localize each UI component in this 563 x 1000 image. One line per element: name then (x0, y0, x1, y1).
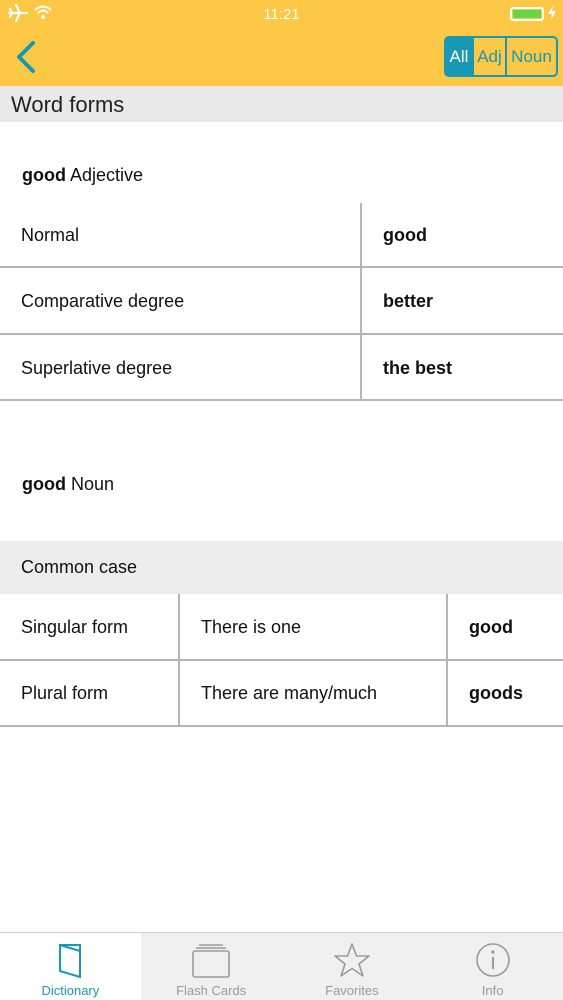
form-value: goods (469, 683, 523, 703)
table-row: Normal good (0, 203, 563, 267)
tab-dictionary[interactable]: Dictionary (0, 933, 141, 1000)
form-description: There is one (201, 616, 302, 637)
filter-all-button[interactable]: All (446, 38, 472, 75)
filter-noun-button[interactable]: Noun (505, 38, 556, 75)
form-label: Singular form (21, 616, 129, 637)
divider (0, 725, 563, 727)
form-value: better (383, 290, 434, 311)
book-icon (59, 943, 82, 979)
app-header: 11:21 All Adj Noun (0, 0, 563, 86)
cards-icon (192, 944, 230, 978)
column-divider (360, 203, 362, 400)
battery-icon (510, 7, 544, 21)
star-icon (334, 943, 370, 977)
table-row: Plural form There are many/much goods (0, 661, 563, 726)
page-title: Word forms (11, 92, 125, 117)
noun-pos: Noun (71, 474, 115, 494)
tab-bar: Dictionary Flash Cards Favorites Info (0, 932, 563, 1000)
noun-heading: good Noun (22, 474, 114, 495)
noun-word: good (22, 474, 66, 494)
adjective-pos: Adjective (70, 165, 144, 185)
tab-label: Info (481, 983, 504, 998)
tab-flash-cards[interactable]: Flash Cards (141, 933, 282, 1000)
form-label: Plural form (21, 683, 109, 703)
charging-icon (548, 6, 556, 20)
status-time: 11:21 (263, 6, 300, 23)
section-header: Common case (0, 541, 563, 594)
form-label: Comparative degree (21, 290, 185, 311)
form-value: good (383, 224, 427, 245)
page-title-bar: Word forms (0, 86, 563, 122)
filter-adj-button[interactable]: Adj (472, 38, 505, 75)
form-label: Superlative degree (21, 357, 173, 378)
adjective-heading: good Adjective (22, 165, 143, 186)
form-label: Normal (21, 224, 80, 245)
form-value: the best (383, 357, 453, 378)
form-description: There are many/much (201, 683, 378, 703)
form-value: good (469, 616, 513, 637)
tab-label: Flash Cards (176, 983, 247, 998)
section-header-label: Common case (21, 557, 138, 577)
adjective-word: good (22, 165, 66, 185)
column-divider (446, 594, 448, 726)
table-row: Superlative degree the best (0, 335, 563, 401)
tab-label: Dictionary (41, 983, 100, 998)
table-row: Singular form There is one good (0, 594, 563, 660)
tab-favorites[interactable]: Favorites (282, 933, 423, 1000)
table-row: Comparative degree better (0, 268, 563, 334)
back-button[interactable] (14, 40, 38, 74)
divider (0, 399, 563, 401)
tab-info[interactable]: Info (422, 933, 563, 1000)
word-form-filter[interactable]: All Adj Noun (444, 36, 558, 77)
column-divider (178, 594, 180, 726)
tab-label: Favorites (325, 983, 379, 998)
status-bar: 11:21 (0, 0, 563, 30)
info-icon (475, 943, 510, 977)
